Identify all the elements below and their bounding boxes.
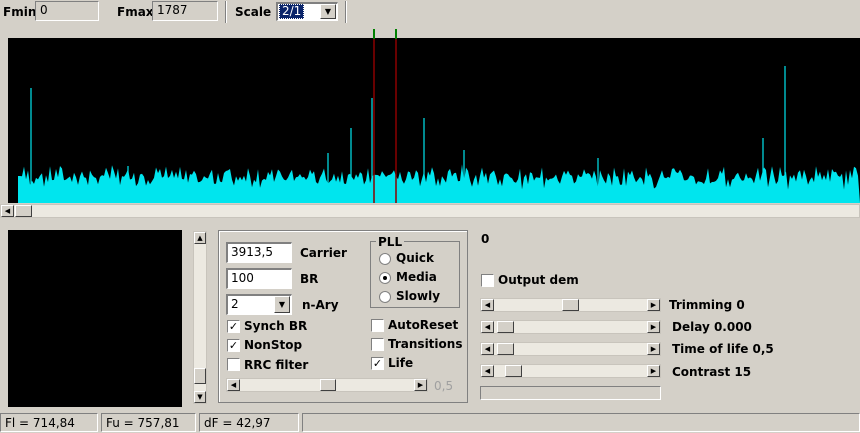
synch-br-label: Synch BR xyxy=(244,319,308,333)
life-checkbox[interactable]: ✓ xyxy=(371,357,384,370)
pll-slowly-radio[interactable] xyxy=(379,291,391,303)
radio-selected-dot xyxy=(383,276,387,280)
contrast-left-button[interactable]: ◀ xyxy=(481,365,494,377)
transitions-checkbox[interactable] xyxy=(371,338,384,351)
synch-br-checkbox[interactable]: ✓ xyxy=(227,320,240,333)
transitions-label: Transitions xyxy=(388,337,463,351)
slider-right-button[interactable]: ▶ xyxy=(414,379,427,391)
contrast-right-button[interactable]: ▶ xyxy=(647,365,660,377)
time-of-life-label: Time of life 0,5 xyxy=(672,342,774,356)
autoreset-label: AutoReset xyxy=(388,318,459,332)
delay-slider-thumb[interactable] xyxy=(497,321,514,333)
pll-quick-radio[interactable] xyxy=(379,253,391,265)
delay-slider[interactable]: ◀ ▶ xyxy=(480,320,661,334)
br-input[interactable]: 100 xyxy=(226,268,292,289)
scroll-up-button[interactable]: ▲ xyxy=(194,232,206,244)
status-fl: Fl = 714,84 xyxy=(0,413,98,432)
toolbar-divider-2 xyxy=(345,1,347,23)
slider-left-button[interactable]: ◀ xyxy=(227,379,240,391)
nary-dropdown-button[interactable]: ▼ xyxy=(274,296,290,313)
nary-label: n-Ary xyxy=(302,298,339,312)
lower-marker-tick[interactable] xyxy=(373,29,375,39)
trimming-left-button[interactable]: ◀ xyxy=(481,299,494,311)
toolbar-divider xyxy=(225,1,227,23)
top-toolbar: Fmin 0 Fmax 1787 Scale 2/1 ▼ xyxy=(0,0,860,26)
br-label: BR xyxy=(300,272,319,286)
status-df: dF = 42,97 xyxy=(199,413,299,432)
spectrum-scroll-thumb[interactable] xyxy=(15,205,32,217)
pll-media-label: Media xyxy=(396,270,437,284)
contrast-slider-thumb[interactable] xyxy=(505,365,522,377)
scroll-left-button[interactable]: ◀ xyxy=(1,205,14,217)
status-fu: Fu = 757,81 xyxy=(101,413,196,432)
trimming-slider-thumb[interactable] xyxy=(562,299,579,311)
vertical-scroll-thumb[interactable] xyxy=(194,368,206,384)
scale-select-value: 2/1 xyxy=(279,4,305,19)
delay-left-button[interactable]: ◀ xyxy=(481,321,494,333)
vertical-scrollbar[interactable]: ▲ ▼ xyxy=(193,231,207,404)
spectrum-trace xyxy=(18,164,860,203)
time-of-life-right-button[interactable]: ▶ xyxy=(647,343,660,355)
spectrum-scrollbar[interactable]: ◀ xyxy=(0,204,860,218)
nonstop-label: NonStop xyxy=(244,338,303,352)
delay-right-button[interactable]: ▶ xyxy=(647,321,660,333)
pll-quick-label: Quick xyxy=(396,251,434,265)
progress-bar xyxy=(480,386,661,400)
scale-label: Scale xyxy=(235,5,272,19)
autoreset-checkbox[interactable] xyxy=(371,319,384,332)
nonstop-checkbox[interactable]: ✓ xyxy=(227,339,240,352)
time-of-life-slider-thumb[interactable] xyxy=(497,343,514,355)
output-dem-checkbox[interactable] xyxy=(481,274,494,287)
pll-slowly-label: Slowly xyxy=(396,289,441,303)
scroll-down-button[interactable]: ▼ xyxy=(194,391,206,403)
carrier-input[interactable]: 3913,5 xyxy=(226,242,292,263)
fmax-label: Fmax xyxy=(117,5,154,19)
fmin-field[interactable]: 0 xyxy=(35,1,99,21)
trimming-right-button[interactable]: ▶ xyxy=(647,299,660,311)
fmax-field[interactable]: 1787 xyxy=(152,1,218,21)
contrast-label: Contrast 15 xyxy=(672,365,752,379)
pll-title: PLL xyxy=(376,235,405,249)
contrast-slider[interactable]: ◀ ▶ xyxy=(480,364,661,378)
rolloff-slider[interactable]: ◀ ▶ xyxy=(226,378,428,392)
delay-label: Delay 0.000 xyxy=(672,320,752,334)
nary-select-value: 2 xyxy=(231,297,239,311)
spectrum-display[interactable] xyxy=(8,38,860,203)
upper-marker-tick[interactable] xyxy=(395,29,397,39)
rrc-filter-label: RRC filter xyxy=(244,358,309,372)
spectrum-graph xyxy=(18,38,860,203)
rolloff-value-label: 0,5 xyxy=(434,379,454,393)
trimming-slider[interactable]: ◀ ▶ xyxy=(480,298,661,312)
status-empty xyxy=(302,413,860,432)
scale-dropdown-button[interactable]: ▼ xyxy=(320,4,336,19)
life-label: Life xyxy=(388,356,414,370)
output-dem-label: Output dem xyxy=(498,273,579,287)
time-of-life-left-button[interactable]: ◀ xyxy=(481,343,494,355)
pll-media-radio[interactable] xyxy=(379,272,391,284)
constellation-display xyxy=(8,230,182,407)
carrier-label: Carrier xyxy=(300,246,347,260)
trimming-label: Trimming 0 xyxy=(669,298,745,312)
time-of-life-slider[interactable]: ◀ ▶ xyxy=(480,342,661,356)
rrc-filter-checkbox[interactable] xyxy=(227,358,240,371)
value-display: 0 xyxy=(481,232,490,246)
fmin-label: Fmin xyxy=(3,5,37,19)
rolloff-slider-thumb[interactable] xyxy=(320,379,336,391)
